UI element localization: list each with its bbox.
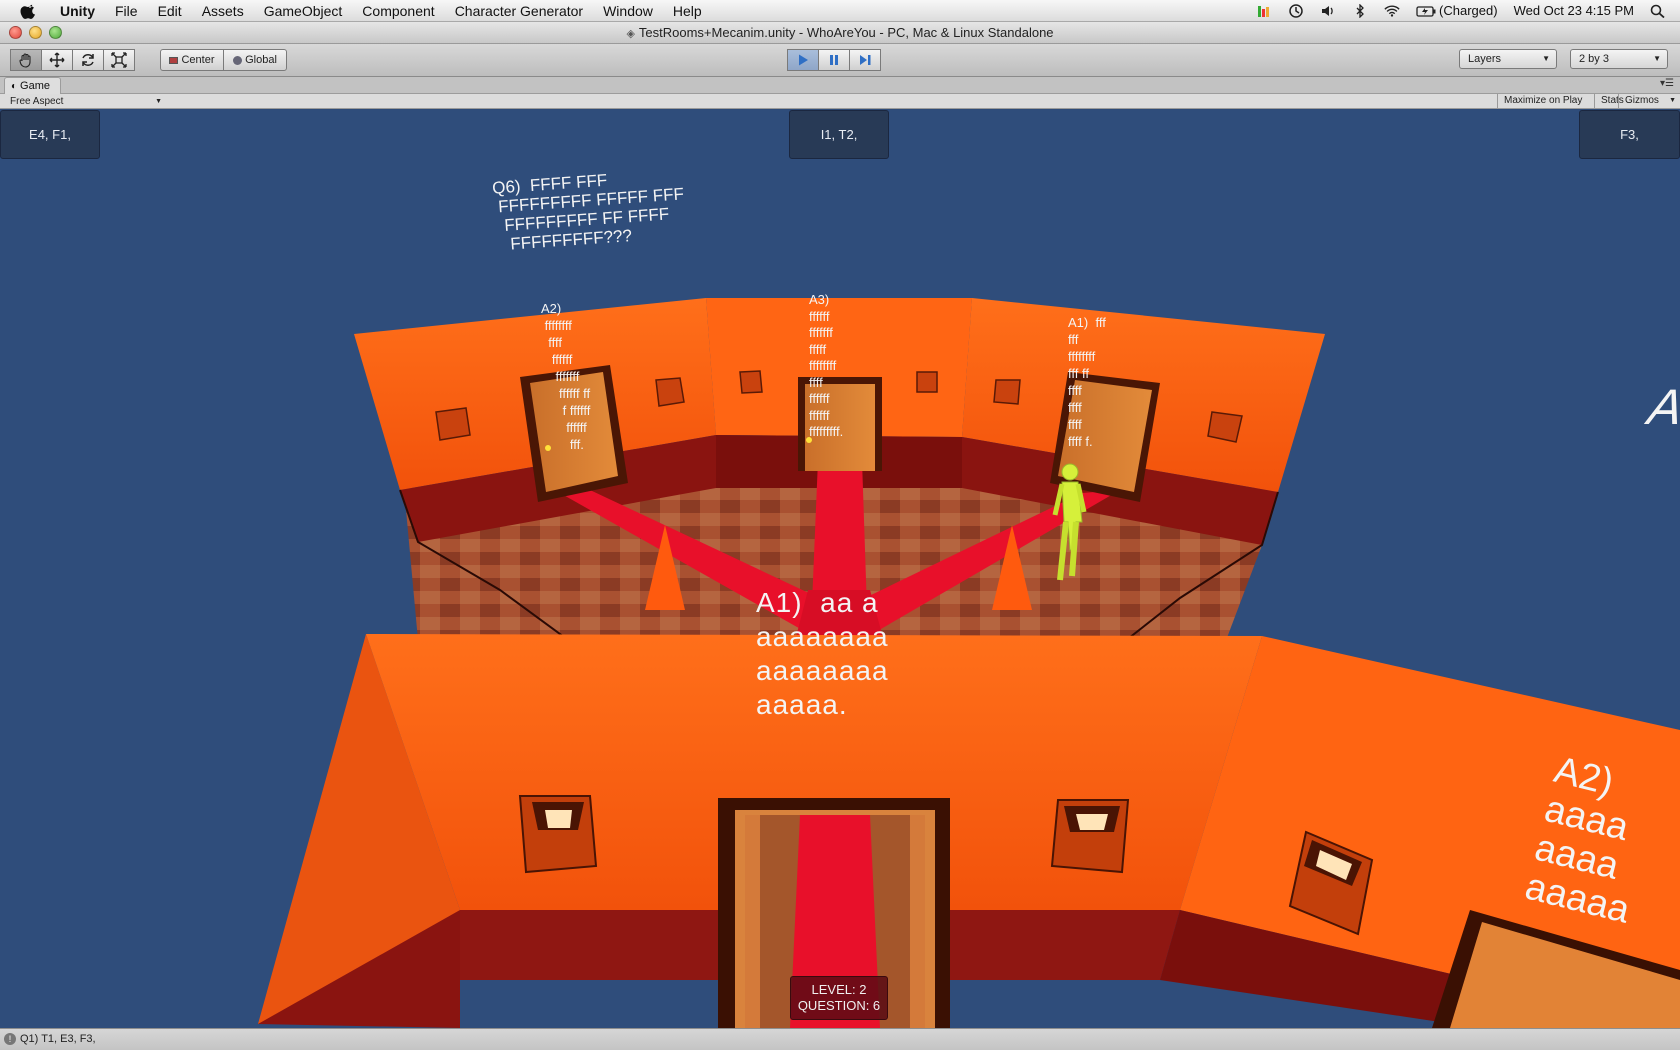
front-sconce-center bbox=[1050, 799, 1130, 874]
menu-character-generator[interactable]: Character Generator bbox=[445, 0, 593, 22]
gizmos-label: Gizmos bbox=[1625, 95, 1659, 106]
play-button[interactable] bbox=[787, 49, 819, 71]
panel-tab-bar: ◐ Game ▾☰ bbox=[0, 77, 1680, 94]
time-machine-icon[interactable] bbox=[1280, 0, 1312, 22]
layers-dropdown[interactable]: Layers ▼ bbox=[1459, 49, 1557, 69]
rotate-tool-icon[interactable] bbox=[72, 49, 104, 71]
panel-menu-icon[interactable]: ▾☰ bbox=[1660, 78, 1674, 89]
scale-tool-icon[interactable] bbox=[103, 49, 135, 71]
step-icon bbox=[860, 55, 871, 65]
menu-help[interactable]: Help bbox=[663, 0, 712, 22]
answer-a2-text: A2) ffffffff ffff ffffff fffffff ffffff … bbox=[541, 301, 591, 452]
menu-edit[interactable]: Edit bbox=[148, 0, 192, 22]
gizmos-dropdown[interactable]: Gizmos ▼ bbox=[1618, 94, 1680, 109]
game-view[interactable]: E4, F1, I1, T2, F3, Q6) FFFF FFF FFFFFFF… bbox=[0, 110, 1680, 1028]
tab-game[interactable]: ◐ Game bbox=[4, 77, 62, 94]
front-sconce-left bbox=[518, 795, 598, 874]
clue-left-text: E4, F1, bbox=[29, 127, 71, 142]
clue-center-text: I1, T2, bbox=[820, 127, 858, 142]
aspect-dropdown[interactable]: Free Aspect ▼ bbox=[4, 95, 166, 108]
console-status-bar[interactable]: ! Q1) T1, E3, F3, bbox=[0, 1028, 1680, 1050]
clue-box-left[interactable]: E4, F1, bbox=[0, 110, 100, 159]
console-message: Q1) T1, E3, F3, bbox=[20, 1033, 96, 1045]
window-title-bar: ◈ TestRooms+Mecanim.unity - WhoAreYou - P… bbox=[0, 22, 1680, 44]
scene-render bbox=[258, 298, 1680, 1028]
window-title: TestRooms+Mecanim.unity - WhoAreYou - PC… bbox=[638, 25, 1054, 40]
level-label: LEVEL: 2 bbox=[811, 982, 867, 997]
step-button[interactable] bbox=[849, 49, 881, 71]
battery-label: (Charged) bbox=[1439, 2, 1498, 18]
battery-icon bbox=[1416, 5, 1436, 17]
pause-button[interactable] bbox=[818, 49, 850, 71]
move-tool-icon[interactable] bbox=[41, 49, 73, 71]
front-answer-a1-text: A1) aa a aaaaaaaa aaaaaaaa aaaaa. bbox=[756, 587, 889, 720]
answer-a3-text: A3) ffffff fffffff fffff ffffffff ffff f… bbox=[809, 292, 844, 439]
chevron-down-icon: ▼ bbox=[155, 98, 162, 105]
battery-status[interactable]: (Charged) bbox=[1408, 0, 1506, 22]
space-label: Global bbox=[245, 54, 277, 66]
apple-icon[interactable] bbox=[18, 2, 40, 20]
info-icon: ! bbox=[4, 1033, 16, 1045]
aspect-label: Free Aspect bbox=[10, 96, 64, 107]
menu-app-unity[interactable]: Unity bbox=[50, 0, 105, 22]
globe-icon bbox=[233, 55, 243, 65]
play-controls bbox=[787, 49, 881, 71]
game-view-toolbar: Free Aspect ▼ Maximize on Play Stats Giz… bbox=[0, 94, 1680, 109]
answer-a1-text: A1) fff fff ffffffff fff ff ffff ffff ff… bbox=[1068, 315, 1106, 449]
menu-component[interactable]: Component bbox=[352, 0, 444, 22]
clue-box-center[interactable]: I1, T2, bbox=[789, 110, 889, 159]
pivot-icon bbox=[169, 56, 179, 64]
menu-clock[interactable]: Wed Oct 23 4:15 PM bbox=[1506, 0, 1642, 22]
clue-box-right[interactable]: F3, bbox=[1579, 110, 1680, 159]
pause-icon bbox=[830, 55, 838, 65]
menu-gameobject[interactable]: GameObject bbox=[254, 0, 353, 22]
space-global-button[interactable]: Global bbox=[223, 49, 287, 71]
question-label: QUESTION: 6 bbox=[797, 998, 881, 1013]
unity-toolbar: Center Global Layers ▼ 2 by 3 ▼ bbox=[0, 44, 1680, 77]
question-text: Q6) FFFF FFF FFFFFFFFF FFFFF FFF FFFFFFF… bbox=[491, 170, 685, 255]
menu-file[interactable]: File bbox=[105, 0, 148, 22]
layout-dropdown[interactable]: 2 by 3 ▼ bbox=[1570, 49, 1668, 69]
level-hud: LEVEL: 2 QUESTION: 6 bbox=[790, 976, 888, 1020]
clue-right-text: F3, bbox=[1620, 127, 1639, 142]
pivot-center-button[interactable]: Center bbox=[160, 49, 224, 71]
layout-label: 2 by 3 bbox=[1579, 53, 1609, 65]
chevron-down-icon: ▼ bbox=[1653, 54, 1661, 63]
transform-tools bbox=[10, 49, 135, 71]
chevron-down-icon: ▼ bbox=[1669, 97, 1676, 104]
play-icon bbox=[799, 54, 808, 66]
bluetooth-icon[interactable] bbox=[1344, 0, 1376, 22]
chevron-down-icon: ▼ bbox=[1542, 54, 1550, 63]
layers-label: Layers bbox=[1468, 53, 1502, 65]
menu-assets[interactable]: Assets bbox=[192, 0, 254, 22]
maximize-on-play-toggle[interactable]: Maximize on Play bbox=[1497, 94, 1588, 109]
hand-tool-icon[interactable] bbox=[10, 49, 42, 71]
wifi-icon[interactable] bbox=[1376, 0, 1408, 22]
spotlight-search-icon[interactable] bbox=[1642, 0, 1680, 22]
menu-window[interactable]: Window bbox=[593, 0, 663, 22]
menu-bar: Unity File Edit Assets GameObject Compon… bbox=[0, 0, 1680, 22]
tab-game-label: Game bbox=[20, 80, 51, 92]
game-icon: ◐ bbox=[11, 81, 18, 92]
pivot-label: Center bbox=[181, 54, 215, 66]
volume-icon[interactable] bbox=[1312, 0, 1344, 22]
activity-meter-icon[interactable] bbox=[1248, 0, 1280, 22]
unity-scene-icon: ◈ bbox=[626, 28, 635, 40]
